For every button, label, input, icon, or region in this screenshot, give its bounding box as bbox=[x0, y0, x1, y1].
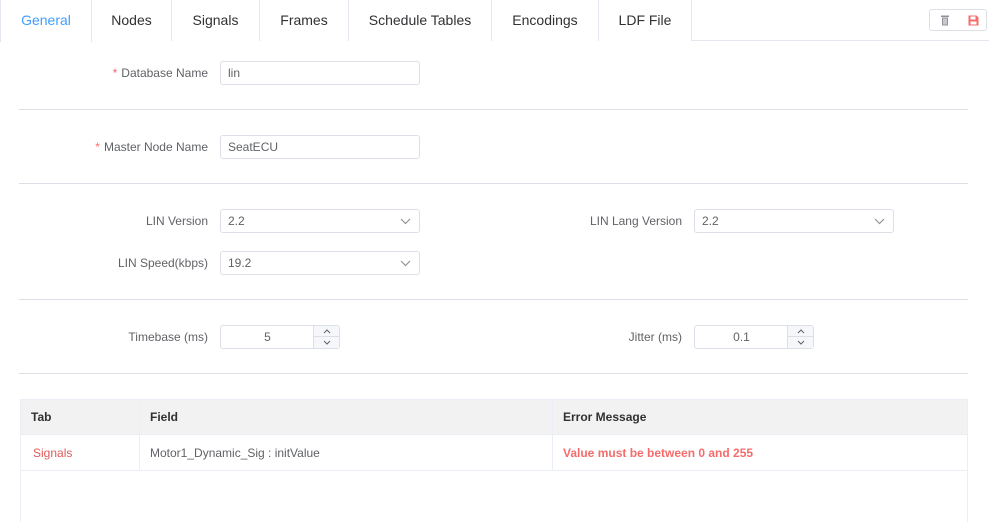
divider bbox=[19, 183, 968, 184]
lin-version-value: 2.2 bbox=[228, 214, 245, 228]
tab-general[interactable]: General bbox=[0, 0, 92, 42]
toolbar bbox=[929, 9, 987, 31]
timebase-label: Timebase (ms) bbox=[128, 330, 208, 344]
error-table: Tab Field Error Message Signals Motor1_D… bbox=[20, 399, 968, 522]
jitter-stepper[interactable]: 0.1 bbox=[694, 325, 814, 349]
database-name-label: * Database Name bbox=[20, 61, 208, 85]
master-node-name-input[interactable]: SeatECU bbox=[220, 135, 420, 159]
chevron-up-icon bbox=[323, 328, 330, 333]
stepper-controls bbox=[313, 326, 339, 348]
tab-ldf-file[interactable]: LDF File bbox=[599, 0, 692, 41]
tab-schedule-tables[interactable]: Schedule Tables bbox=[349, 0, 492, 41]
lin-speed-value: 19.2 bbox=[228, 256, 252, 270]
tab-signals[interactable]: Signals bbox=[172, 0, 260, 41]
master-node-name-label: * Master Node Name bbox=[20, 135, 208, 159]
chevron-up-icon bbox=[797, 328, 804, 333]
chevron-down-icon bbox=[400, 218, 411, 225]
divider bbox=[19, 109, 968, 110]
divider bbox=[19, 373, 968, 374]
lin-version-select[interactable]: 2.2 bbox=[220, 209, 420, 233]
jitter-label: Jitter (ms) bbox=[628, 330, 682, 344]
tab-encodings[interactable]: Encodings bbox=[492, 0, 599, 41]
database-name-input[interactable]: lin bbox=[220, 61, 420, 85]
tab-frames[interactable]: Frames bbox=[260, 0, 349, 41]
lin-lang-version-select[interactable]: 2.2 bbox=[694, 209, 894, 233]
column-header-tab: Tab bbox=[21, 400, 140, 435]
required-mark: * bbox=[95, 140, 100, 154]
lin-speed-select[interactable]: 19.2 bbox=[220, 251, 420, 275]
chevron-down-icon bbox=[400, 260, 411, 267]
chevron-down-icon bbox=[797, 340, 804, 345]
trash-icon bbox=[940, 15, 949, 25]
tab-nodes[interactable]: Nodes bbox=[92, 0, 172, 41]
increment-button[interactable] bbox=[788, 326, 813, 337]
column-header-error-message: Error Message bbox=[553, 400, 967, 435]
stepper-controls bbox=[787, 326, 813, 348]
error-tab-link[interactable]: Signals bbox=[21, 435, 140, 471]
decrement-button[interactable] bbox=[314, 337, 339, 348]
lin-speed-label: LIN Speed(kbps) bbox=[117, 256, 208, 270]
chevron-down-icon bbox=[323, 340, 330, 345]
timebase-stepper[interactable]: 5 bbox=[220, 325, 340, 349]
increment-button[interactable] bbox=[314, 326, 339, 337]
required-mark: * bbox=[112, 66, 118, 80]
divider bbox=[19, 299, 968, 300]
lin-lang-version-label: LIN Lang Version bbox=[589, 214, 682, 228]
timebase-value[interactable]: 5 bbox=[221, 326, 314, 348]
save-button[interactable] bbox=[959, 10, 988, 30]
error-message-cell: Value must be between 0 and 255 bbox=[553, 435, 967, 471]
save-icon bbox=[968, 15, 979, 25]
lin-version-label: LIN Version bbox=[145, 214, 208, 228]
decrement-button[interactable] bbox=[788, 337, 813, 348]
chevron-down-icon bbox=[874, 218, 885, 225]
error-field-cell: Motor1_Dynamic_Sig : initValue bbox=[140, 435, 553, 471]
column-header-field: Field bbox=[140, 400, 553, 435]
delete-button[interactable] bbox=[930, 10, 959, 30]
master-node-name-label-text: Master Node Name bbox=[103, 140, 208, 154]
lin-lang-version-value: 2.2 bbox=[702, 214, 719, 228]
database-name-label-text: Database Name bbox=[121, 66, 208, 80]
tab-bar: General Nodes Signals Frames Schedule Ta… bbox=[0, 0, 989, 42]
jitter-value[interactable]: 0.1 bbox=[695, 326, 788, 348]
